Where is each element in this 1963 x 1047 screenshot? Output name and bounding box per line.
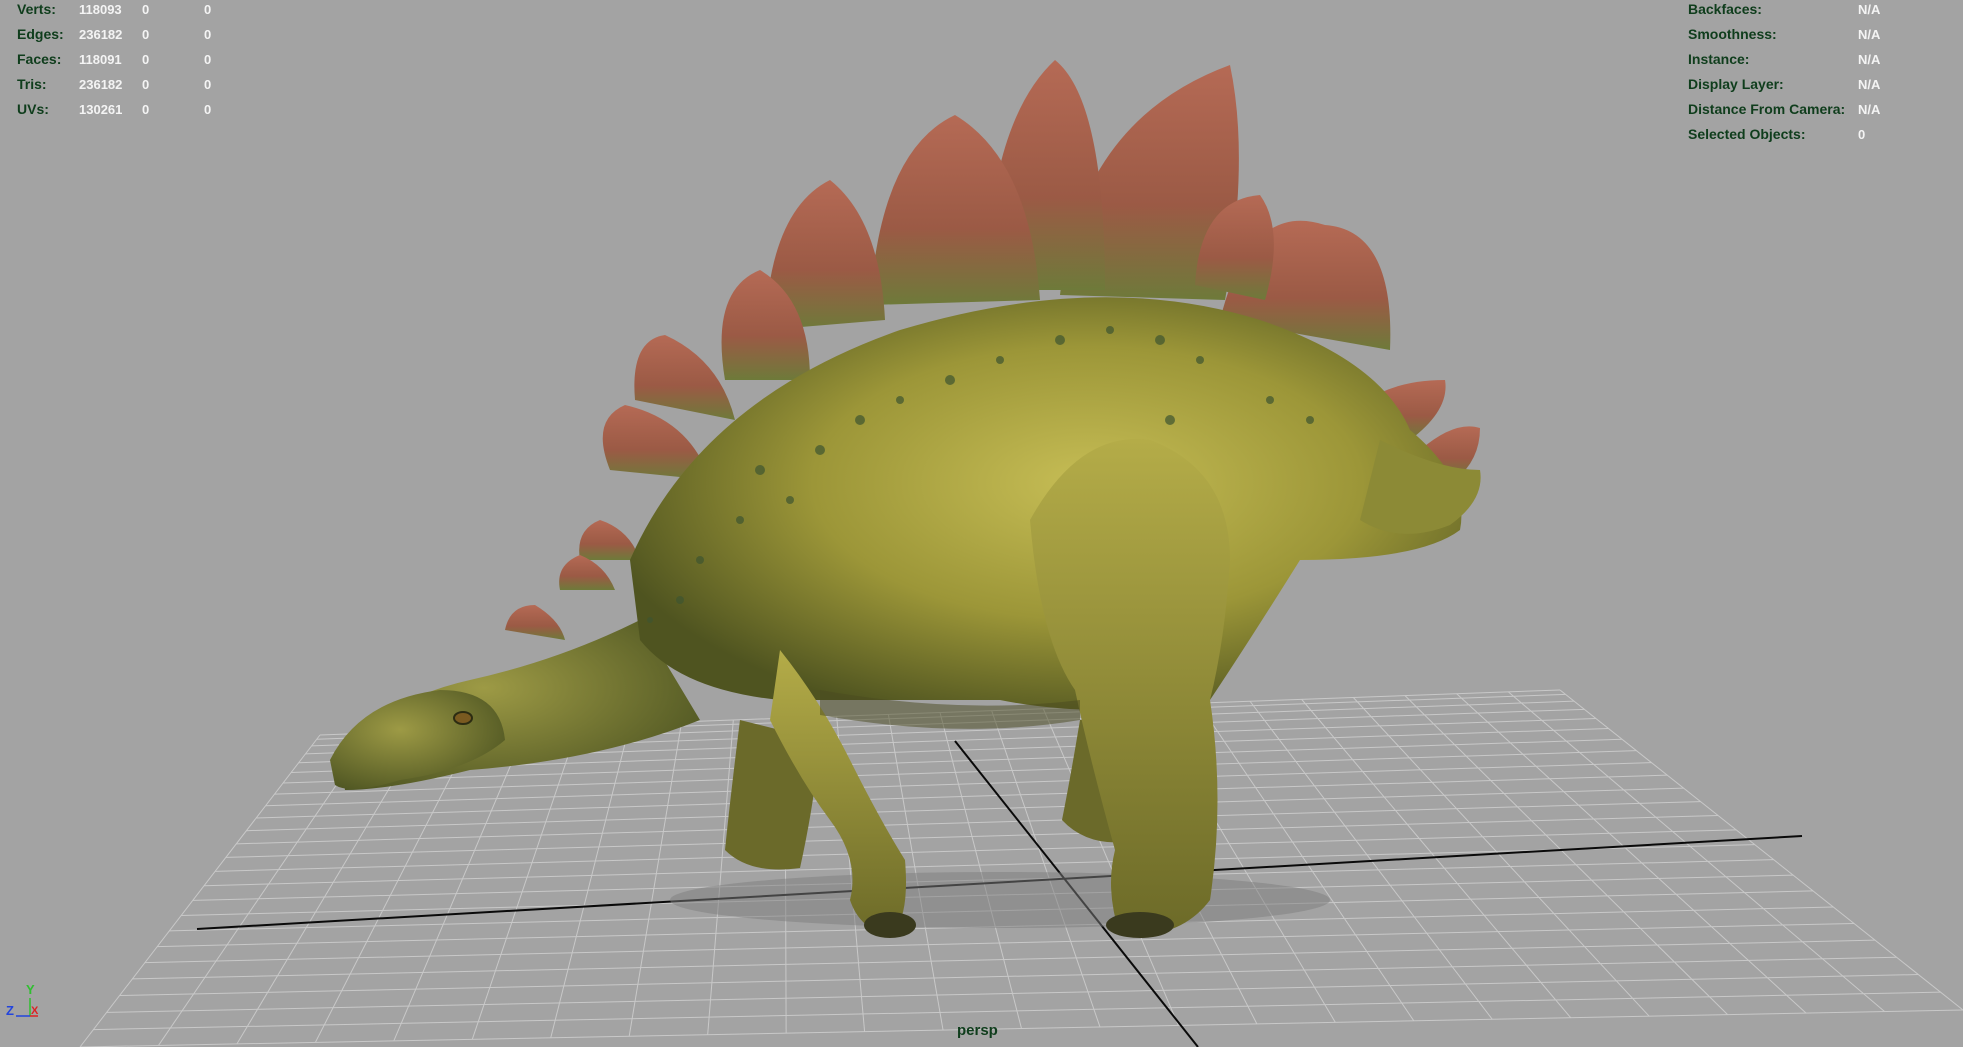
axis-y-label: Y [26, 982, 35, 997]
grid-line [119, 956, 1897, 997]
dinosaur-head [330, 690, 505, 789]
grid-line [79, 734, 321, 1047]
poly-stat-selected: 0 [142, 52, 150, 67]
grid-line [1508, 691, 1885, 1012]
scene-canvas[interactable] [0, 0, 1963, 1047]
object-detail-label: Display Layer: [1688, 76, 1784, 92]
poly-stat-label: Verts: [17, 1, 56, 17]
grid-line [707, 719, 734, 1035]
poly-stat-component: 0 [204, 77, 212, 92]
poly-stat-value: 118093 [79, 2, 122, 17]
view-axis-gizmo: Y Z X [6, 982, 46, 1022]
poly-stat-component: 0 [204, 102, 212, 117]
poly-stat-selected: 0 [142, 77, 150, 92]
poly-stat-value: 130261 [79, 102, 123, 117]
grid-line [144, 922, 1855, 964]
poly-stat-value: 236182 [79, 77, 123, 92]
camera-name-label: persp [957, 1022, 998, 1039]
dinosaur-eye [453, 711, 473, 725]
grid-line [132, 939, 1876, 980]
object-detail-value: N/A [1858, 2, 1881, 17]
object-detail-label: Backfaces: [1688, 1, 1762, 17]
axis-z-label: Z [6, 1003, 14, 1018]
poly-stat-selected: 0 [142, 2, 150, 17]
axis-x-label: X [31, 1005, 39, 1017]
poly-stat-label: Edges: [17, 26, 64, 42]
grid-line [106, 974, 1919, 1013]
object-detail-label: Distance From Camera: [1688, 101, 1846, 117]
poly-stat-value: 118091 [79, 52, 122, 67]
object-detail-value: N/A [1858, 52, 1881, 67]
poly-stat-selected: 0 [142, 27, 150, 42]
grid-line [1559, 689, 1963, 1011]
grid-line [93, 991, 1941, 1031]
poly-stat-component: 0 [204, 52, 212, 67]
poly-stat-label: Tris: [17, 76, 47, 92]
object-detail-value: N/A [1858, 77, 1881, 92]
poly-stat-value: 236182 [79, 27, 123, 42]
poly-stat-component: 0 [204, 27, 212, 42]
object-detail-value: N/A [1858, 27, 1881, 42]
poly-stat-label: UVs: [17, 101, 49, 117]
object-detail-label: Instance: [1688, 51, 1750, 67]
poly-stat-label: Faces: [17, 51, 62, 67]
object-detail-label: Selected Objects: [1688, 126, 1806, 142]
object-detail-value: 0 [1858, 127, 1866, 142]
poly-stat-component: 0 [204, 2, 212, 17]
poly-stat-selected: 0 [142, 102, 150, 117]
grid-line [628, 721, 683, 1037]
stegosaurus-model[interactable] [330, 60, 1481, 938]
grid-line [1301, 699, 1572, 1019]
maya-viewport[interactable]: Verts: 118093 0 0 Edges: 236182 0 0 Faces: 118091… [0, 0, 1963, 1047]
object-detail-value: N/A [1858, 102, 1881, 117]
object-detail-label: Smoothness: [1688, 26, 1777, 42]
grid-line [79, 1009, 1963, 1047]
